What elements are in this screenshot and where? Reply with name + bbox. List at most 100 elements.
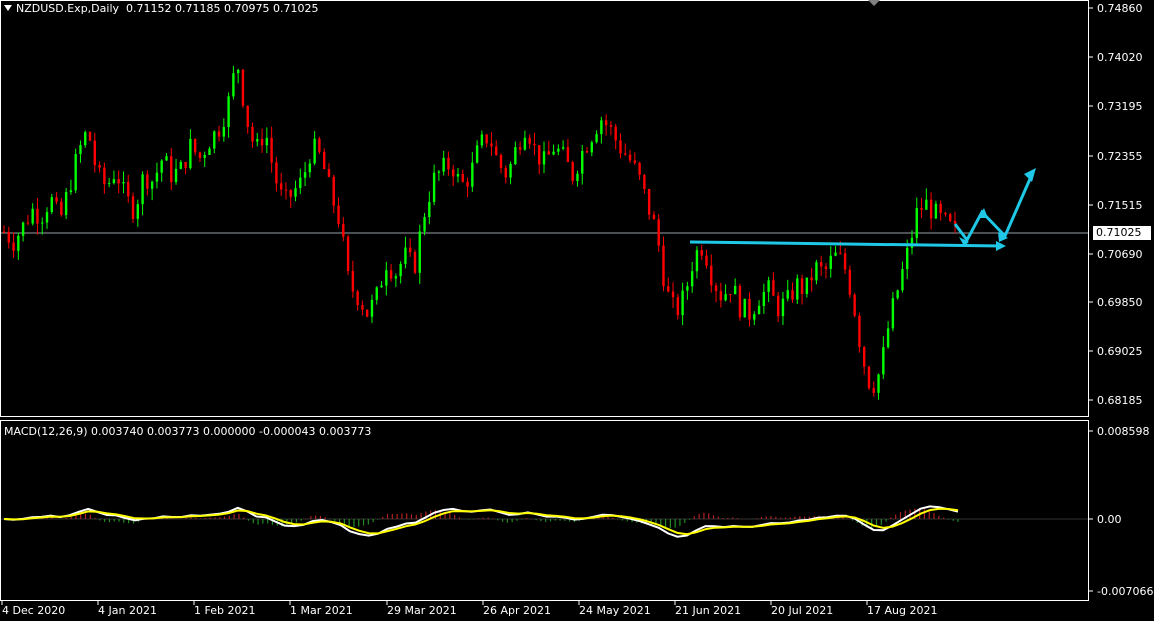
macd-tick-label: 0.00: [1097, 513, 1122, 526]
candle-body: [523, 137, 527, 150]
candle-body: [141, 174, 144, 205]
time-tick-label: 20 Jul 2021: [771, 604, 833, 617]
candle-body: [275, 162, 278, 184]
price-tick-label: 0.69025: [1097, 345, 1143, 358]
candle-body: [60, 201, 63, 215]
candle-body: [949, 214, 952, 221]
candle-body: [700, 250, 703, 256]
candle-body: [136, 204, 140, 219]
candle-body: [815, 262, 818, 281]
candle-body: [203, 154, 206, 158]
time-tick-label: 4 Dec 2020: [2, 604, 65, 617]
candle-body: [428, 202, 431, 218]
projection-arrow-head: [1024, 168, 1036, 182]
candle-body: [12, 242, 15, 251]
candle-body: [614, 126, 617, 141]
candle-body: [772, 280, 775, 296]
candle-body: [504, 168, 507, 178]
candle-body: [256, 138, 259, 142]
time-tick-label: 29 Mar 2021: [387, 604, 457, 617]
candle-body: [193, 138, 197, 153]
candle-body: [198, 152, 202, 158]
time-tick-label: 4 Jan 2021: [98, 604, 157, 617]
candle-body: [791, 290, 794, 300]
collapse-triangle-icon[interactable]: [4, 5, 12, 11]
macd-indicator: [1, 505, 1088, 538]
candle-body: [270, 137, 273, 163]
candle-body: [528, 137, 531, 144]
candle-body: [432, 172, 436, 203]
candle-body: [107, 183, 111, 185]
candle-body: [93, 140, 96, 166]
candle-body: [576, 173, 579, 181]
candle-body: [757, 305, 761, 315]
candle-body: [853, 294, 856, 316]
candle-body: [590, 142, 594, 153]
candle-body: [542, 151, 546, 165]
candle-body: [891, 298, 895, 329]
candle-body: [925, 199, 928, 210]
candle-body: [624, 153, 627, 155]
candle-body: [643, 174, 646, 189]
time-tick-label: 17 Aug 2021: [867, 604, 937, 617]
shift-marker-icon[interactable]: [868, 0, 880, 6]
support-trendline: [689, 240, 1003, 248]
candle-body: [834, 252, 837, 256]
candle-body: [858, 315, 861, 348]
candle-body: [552, 151, 555, 155]
trading-chart[interactable]: 0.74860 0.74020 0.73195 0.72355 0.71515 0.706…: [0, 0, 1154, 621]
candle-body: [710, 265, 713, 286]
candle-body: [518, 147, 522, 150]
price-tick-label: 0.74020: [1097, 51, 1143, 64]
candle-body: [652, 214, 656, 220]
candle-body: [299, 177, 302, 189]
candle-body: [600, 120, 603, 135]
candle-body: [475, 145, 479, 163]
macd-panel-frame: [0, 420, 1089, 601]
candle-body: [796, 278, 799, 300]
candle-body: [41, 222, 44, 224]
candle-body: [179, 161, 183, 169]
candle-body: [877, 374, 880, 393]
close-value: 0.71025: [273, 2, 319, 15]
time-tick-label: 1 Mar 2021: [290, 604, 353, 617]
macd-values: 0.003740 0.003773 0.000000 -0.000043 0.0…: [91, 425, 372, 438]
candle-body: [170, 156, 173, 183]
candle-body: [810, 277, 813, 281]
candle-body: [112, 179, 116, 184]
candle-body: [662, 245, 665, 287]
candle-body: [404, 247, 407, 264]
candle-body: [356, 291, 359, 305]
candle-body: [767, 280, 770, 292]
candle-body: [64, 192, 68, 215]
candle-body: [724, 294, 727, 301]
candle-body: [619, 140, 622, 154]
time-tick-label: 1 Feb 2021: [194, 604, 255, 617]
candle-body: [155, 172, 159, 182]
candle-body: [695, 250, 699, 272]
candle-body: [581, 151, 584, 174]
candle-body: [69, 190, 73, 193]
candle-body: [776, 295, 780, 317]
candle-body: [103, 167, 106, 185]
candle-body: [327, 169, 331, 177]
candle-body: [805, 277, 809, 294]
candle-body: [714, 285, 718, 292]
macd-tick-label: -0.007066: [1097, 585, 1153, 598]
candle-body: [896, 290, 899, 299]
candle-body: [17, 235, 20, 251]
symbol-label: NZDUSD.Exp,Daily: [16, 2, 120, 15]
candle-body: [418, 231, 421, 273]
candle-body: [98, 165, 101, 168]
candle-body: [184, 161, 187, 169]
candle-body: [690, 271, 694, 287]
candle-body: [127, 182, 130, 197]
candle-body: [514, 147, 517, 165]
candle-body: [232, 73, 235, 97]
candle-body: [944, 212, 947, 215]
candle-body: [308, 163, 312, 173]
candle-body: [786, 290, 789, 299]
candle-body: [251, 126, 254, 142]
candle-body: [318, 138, 321, 152]
candle-body: [131, 196, 135, 219]
